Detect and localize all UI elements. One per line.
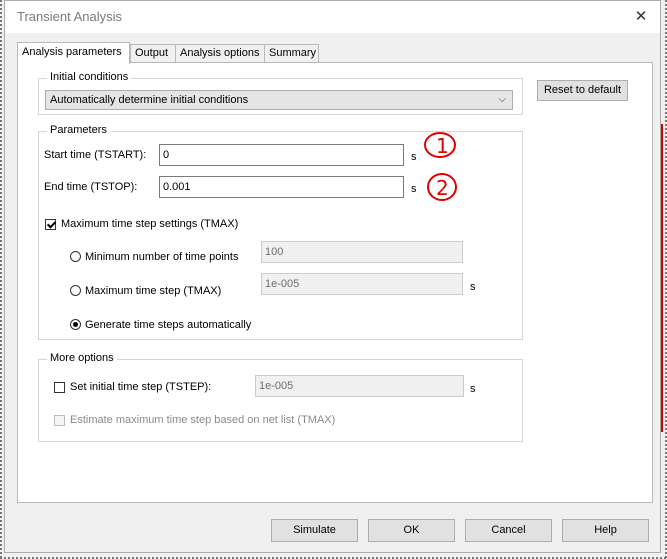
- annotation-1: 1: [422, 128, 458, 162]
- estimate-time-step-checkbox[interactable]: [54, 415, 65, 426]
- start-time-label: Start time (TSTART):: [44, 149, 147, 161]
- initial-time-step-label: Set initial time step (TSTEP):: [70, 381, 212, 393]
- tab-summary[interactable]: Summary: [264, 44, 319, 62]
- initial-conditions-value: Automatically determine initial conditio…: [50, 94, 249, 106]
- parameters-legend: Parameters: [47, 124, 110, 136]
- tmax-settings-label: Maximum time step settings (TMAX): [61, 218, 239, 230]
- min-time-points-radio[interactable]: [70, 251, 81, 262]
- more-options-group: More options Set initial time step (TSTE…: [38, 352, 523, 442]
- window-title: Transient Analysis: [17, 9, 123, 24]
- annotation-1-label: 1: [436, 134, 449, 158]
- initial-conditions-group: Initial conditions Automatically determi…: [38, 71, 523, 115]
- tab-label: Analysis parameters: [22, 46, 122, 58]
- estimate-time-step-label: Estimate maximum time step based on net …: [70, 414, 336, 426]
- min-time-points-label: Minimum number of time points: [85, 251, 239, 263]
- annotation-2: 2: [424, 170, 460, 204]
- end-time-label: End time (TSTOP):: [44, 181, 138, 193]
- auto-time-steps-label: Generate time steps automatically: [85, 319, 252, 331]
- auto-time-steps-radio[interactable]: [70, 319, 81, 330]
- background-wire-red: [661, 124, 667, 432]
- tab-analysis-parameters[interactable]: Analysis parameters: [17, 42, 130, 64]
- canvas-border-left: [0, 0, 2, 559]
- ok-button[interactable]: OK: [368, 519, 455, 542]
- tab-analysis-options[interactable]: Analysis options: [175, 44, 265, 62]
- tmax-settings-checkbox[interactable]: [45, 219, 56, 230]
- annotation-2-label: 2: [436, 176, 449, 200]
- close-icon[interactable]: ✕: [630, 6, 652, 28]
- end-time-unit: s: [411, 183, 417, 195]
- cancel-button[interactable]: Cancel: [465, 519, 552, 542]
- reset-to-default-button[interactable]: Reset to default: [537, 80, 628, 101]
- start-time-unit: s: [411, 151, 417, 163]
- tab-label: Output: [135, 47, 169, 59]
- simulate-button[interactable]: Simulate: [271, 519, 358, 542]
- tab-label: Summary: [269, 47, 317, 59]
- tab-output[interactable]: Output: [130, 44, 176, 62]
- max-time-step-input[interactable]: 1e-005: [261, 273, 463, 295]
- initial-time-step-unit: s: [470, 383, 476, 395]
- tab-label: Analysis options: [180, 47, 260, 59]
- end-time-input[interactable]: 0.001: [159, 176, 404, 198]
- chevron-down-icon: ⌵: [498, 94, 506, 105]
- max-time-step-label: Maximum time step (TMAX): [85, 285, 222, 297]
- initial-conditions-select[interactable]: Automatically determine initial conditio…: [45, 90, 513, 110]
- max-time-step-unit: s: [470, 281, 476, 293]
- initial-conditions-legend: Initial conditions: [47, 71, 132, 83]
- parameters-group: Parameters Start time (TSTART): 0 s End …: [38, 124, 523, 340]
- min-time-points-input[interactable]: 100: [261, 241, 463, 263]
- transient-analysis-dialog: Transient Analysis ✕ Analysis parameters…: [4, 0, 661, 553]
- help-button[interactable]: Help: [562, 519, 649, 542]
- analysis-parameters-panel: Initial conditions Automatically determi…: [17, 62, 653, 503]
- initial-time-step-input[interactable]: 1e-005: [255, 375, 464, 397]
- initial-time-step-checkbox[interactable]: [54, 382, 65, 393]
- more-options-legend: More options: [47, 352, 117, 364]
- title-bar: Transient Analysis ✕: [5, 1, 660, 33]
- max-time-step-radio[interactable]: [70, 285, 81, 296]
- start-time-input[interactable]: 0: [159, 144, 404, 166]
